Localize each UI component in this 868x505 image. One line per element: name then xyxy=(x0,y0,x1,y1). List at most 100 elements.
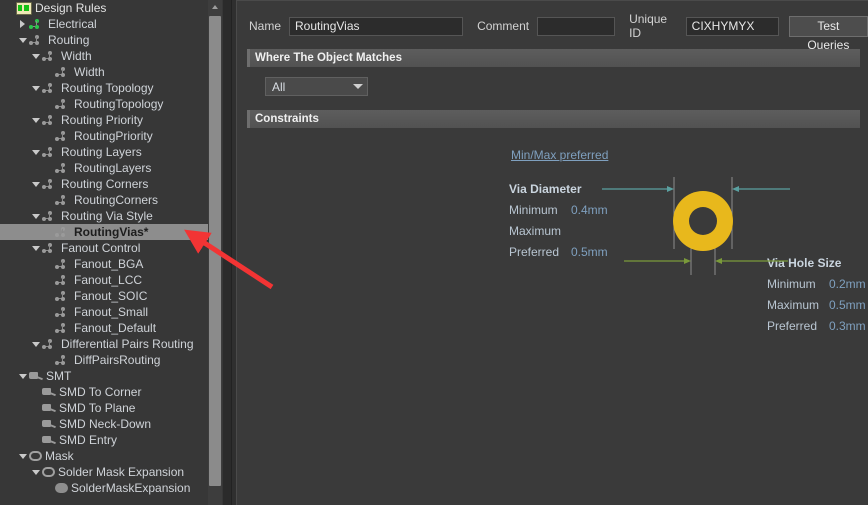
tree-item-smt[interactable]: SMT xyxy=(0,368,212,384)
comment-input[interactable] xyxy=(537,16,616,36)
tree-item-label: Electrical xyxy=(48,17,97,31)
tree-item-fanout-small[interactable]: Fanout_Small xyxy=(0,304,212,320)
mask-filled-icon xyxy=(55,483,68,493)
tree-item-fanout-default[interactable]: Fanout_Default xyxy=(0,320,212,336)
tree-item-fanout-bga[interactable]: Fanout_BGA xyxy=(0,256,212,272)
where-object-matches-header: Where The Object Matches xyxy=(247,49,860,67)
tree-item-label: Routing Priority xyxy=(61,113,144,127)
tree-item-label: Fanout_LCC xyxy=(74,273,143,287)
tree-item-mask[interactable]: Mask xyxy=(0,448,212,464)
tree-expander-spacer xyxy=(43,99,54,110)
tree-item-routing-priority[interactable]: Routing Priority xyxy=(0,112,212,128)
tree-expander[interactable] xyxy=(30,243,41,254)
tree-expander-spacer xyxy=(43,307,54,318)
via-hole-size-maximum-value[interactable]: 0.5mm xyxy=(829,298,866,312)
tree-expander[interactable] xyxy=(30,147,41,158)
tree-expander-spacer xyxy=(43,291,54,302)
test-queries-button[interactable]: Test Queries xyxy=(788,15,868,52)
net-icon xyxy=(42,210,58,222)
unique-id-input[interactable] xyxy=(685,16,779,36)
scope-select[interactable]: All xyxy=(265,77,368,96)
tree-item-label: Fanout_SOIC xyxy=(74,289,148,303)
tree-item-label: Mask xyxy=(45,449,74,463)
min-max-preferred-link[interactable]: Min/Max preferred xyxy=(511,148,608,162)
tree-item-fanout-lcc[interactable]: Fanout_LCC xyxy=(0,272,212,288)
tree-expander[interactable] xyxy=(30,339,41,350)
net-icon xyxy=(55,322,71,334)
name-label: Name xyxy=(249,19,282,33)
net-icon xyxy=(29,34,45,46)
tree-item-label: SMD Neck-Down xyxy=(59,417,152,431)
via-hole-size-maximum-row: Maximum 0.5mm xyxy=(767,298,866,312)
tree-item-label: Solder Mask Expansion xyxy=(58,465,185,479)
tree-item-fanout-control[interactable]: Fanout Control xyxy=(0,240,212,256)
panel-divider[interactable] xyxy=(223,0,231,505)
tree-expander[interactable] xyxy=(30,179,41,190)
tree-item-solder-mask-expansion[interactable]: Solder Mask Expansion xyxy=(0,464,212,480)
tree-item-design-rules[interactable]: Design Rules xyxy=(0,0,212,16)
tree-expander[interactable] xyxy=(17,451,28,462)
net-icon xyxy=(42,114,58,126)
tree-item-routing-layers[interactable]: Routing Layers xyxy=(0,144,212,160)
tree-item-label: DiffPairsRouting xyxy=(74,353,161,367)
net-icon xyxy=(42,50,58,62)
net-icon xyxy=(42,146,58,158)
tree-item-routinglayers[interactable]: RoutingLayers xyxy=(0,160,212,176)
tree-item-routing[interactable]: Routing xyxy=(0,32,212,48)
net-icon xyxy=(55,130,71,142)
via-hole-size-minimum-value[interactable]: 0.2mm xyxy=(829,277,866,291)
tree-expander[interactable] xyxy=(17,35,28,46)
tree-expander[interactable] xyxy=(30,115,41,126)
tree-item-label: RoutingVias* xyxy=(74,225,149,239)
tree-item-electrical[interactable]: Electrical xyxy=(0,16,212,32)
tree-item-routingcorners[interactable]: RoutingCorners xyxy=(0,192,212,208)
via-hole-size-preferred-value[interactable]: 0.3mm xyxy=(829,319,866,333)
tree-expander-spacer xyxy=(43,163,54,174)
tree-expander[interactable] xyxy=(30,467,41,478)
rules-tree-panel: Design Rules Electrical Routing Width Width R… xyxy=(0,0,232,505)
tree-expander[interactable] xyxy=(17,19,28,30)
tree-expander-spacer xyxy=(4,3,15,14)
pad-icon xyxy=(29,371,43,381)
tree-item-smd-neck-down[interactable]: SMD Neck-Down xyxy=(0,416,212,432)
tree-expander-spacer xyxy=(43,195,54,206)
net-icon xyxy=(55,162,71,174)
tree-item-smd-to-corner[interactable]: SMD To Corner xyxy=(0,384,212,400)
tree-expander[interactable] xyxy=(30,51,41,62)
net-icon xyxy=(55,194,71,206)
tree-expander[interactable] xyxy=(30,83,41,94)
tree-expander-spacer xyxy=(30,403,41,414)
scrollbar-thumb[interactable] xyxy=(209,16,221,486)
constraints-header: Constraints xyxy=(247,110,860,128)
tree-item-label: Routing Layers xyxy=(61,145,142,159)
name-input[interactable] xyxy=(289,16,464,36)
tree-item-routingtopology[interactable]: RoutingTopology xyxy=(0,96,212,112)
tree-expander[interactable] xyxy=(17,371,28,382)
tree-item-label: RoutingPriority xyxy=(74,129,153,143)
tree-item-routing-corners[interactable]: Routing Corners xyxy=(0,176,212,192)
tree-item-width[interactable]: Width xyxy=(0,48,212,64)
rules-tree[interactable]: Design Rules Electrical Routing Width Width R… xyxy=(0,0,212,505)
net-icon xyxy=(42,242,58,254)
tree-item-routing-via-style[interactable]: Routing Via Style xyxy=(0,208,212,224)
tree-item-label: Fanout_BGA xyxy=(74,257,144,271)
tree-item-routingpriority[interactable]: RoutingPriority xyxy=(0,128,212,144)
via-diameter-maximum-label: Maximum xyxy=(509,224,562,238)
via-hole-size-maximum-label: Maximum xyxy=(767,298,820,312)
tree-item-fanout-soic[interactable]: Fanout_SOIC xyxy=(0,288,212,304)
tree-vertical-scrollbar[interactable] xyxy=(208,0,222,505)
tree-item-routing-topology[interactable]: Routing Topology xyxy=(0,80,212,96)
tree-item-label: Width xyxy=(74,65,105,79)
tree-item-differential-pairs-routing[interactable]: Differential Pairs Routing xyxy=(0,336,212,352)
tree-item-routingvias[interactable]: RoutingVias* xyxy=(0,224,212,240)
tree-item-label: Routing xyxy=(48,33,90,47)
tree-item-smd-entry[interactable]: SMD Entry xyxy=(0,432,212,448)
scroll-up-button[interactable] xyxy=(208,0,222,14)
tree-item-width[interactable]: Width xyxy=(0,64,212,80)
pad-icon xyxy=(42,387,56,397)
tree-item-diffpairsrouting[interactable]: DiffPairsRouting xyxy=(0,352,212,368)
tree-item-label: SMD To Corner xyxy=(59,385,142,399)
tree-item-smd-to-plane[interactable]: SMD To Plane xyxy=(0,400,212,416)
tree-item-soldermaskexpansion[interactable]: SolderMaskExpansion xyxy=(0,480,212,496)
tree-expander[interactable] xyxy=(30,211,41,222)
